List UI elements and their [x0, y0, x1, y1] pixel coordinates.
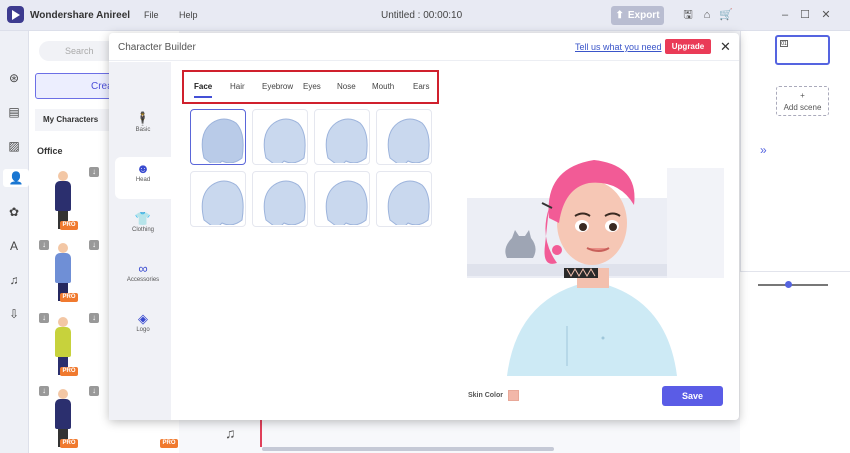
pro-badge: PRO: [60, 221, 78, 230]
text-icon[interactable]: A: [5, 237, 23, 255]
dialog-title: Character Builder: [118, 42, 196, 53]
download-icon[interactable]: ↓: [89, 167, 99, 177]
expand-chevron-icon[interactable]: »: [760, 143, 767, 157]
nav-label: Accessories: [126, 277, 160, 283]
download-icon[interactable]: ↓: [89, 313, 99, 323]
nav-label: Head: [135, 177, 151, 183]
nav-label: Logo: [136, 327, 150, 333]
tab-eyes[interactable]: Eyes: [303, 82, 321, 91]
music-icon[interactable]: ♫: [5, 271, 23, 289]
left-rail: ⊛ ▤ ▨ 👤 ✿ A ♫ ⇩: [0, 31, 29, 453]
scenes-panel: 01 + Add scene: [740, 31, 850, 271]
scene-number: 01: [780, 40, 788, 47]
download-icon[interactable]: ↓: [89, 240, 99, 250]
film-icon[interactable]: ⊛: [5, 69, 23, 87]
face-shape-option[interactable]: [252, 171, 308, 227]
face-shape-option[interactable]: [376, 171, 432, 227]
face-shape-option[interactable]: [376, 109, 432, 165]
close-icon[interactable]: ✕: [720, 39, 731, 55]
add-scene-label: Add scene: [783, 103, 822, 112]
shirt-icon: 👕: [134, 211, 152, 226]
head-icon: ☻: [136, 161, 150, 176]
nav-head[interactable]: ☻ Head: [115, 157, 171, 199]
app-name: Wondershare Anireel: [30, 10, 131, 21]
timeline-controls: [740, 271, 850, 453]
feedback-link[interactable]: Tell us what you need: [575, 42, 662, 52]
skin-color-swatch[interactable]: [508, 390, 519, 401]
save-button[interactable]: Save: [662, 386, 723, 406]
maximize-icon[interactable]: ☐: [798, 8, 812, 22]
zoom-slider[interactable]: [758, 284, 828, 286]
nav-label: Clothing: [131, 227, 154, 233]
playhead[interactable]: [260, 420, 262, 447]
template-icon[interactable]: ▤: [5, 103, 23, 121]
nav-basic[interactable]: 🕴 Basic: [115, 107, 171, 149]
upload-icon: ⬆: [615, 10, 624, 21]
my-characters-tab[interactable]: My Characters: [35, 109, 115, 131]
character-icon[interactable]: 👤: [3, 169, 29, 187]
download-icon[interactable]: ↓: [39, 240, 49, 250]
skin-color-label: Skin Color: [468, 392, 504, 399]
document-title: Untitled : 00:00:10: [381, 10, 463, 21]
tab-ears[interactable]: Ears: [413, 82, 429, 91]
cart-icon[interactable]: 🛒: [719, 8, 733, 22]
face-shape-option[interactable]: [314, 109, 370, 165]
glasses-icon: ∞: [138, 261, 148, 276]
music-track-icon: ♫: [225, 425, 236, 441]
character-builder-dialog: Character Builder Tell us what you need …: [109, 33, 739, 420]
tab-nose[interactable]: Nose: [337, 82, 356, 91]
face-shape-option[interactable]: [314, 171, 370, 227]
pattern-icon[interactable]: ▨: [5, 137, 23, 155]
feature-tabs: Face Hair Eyebrow Eyes Nose Mouth Ears: [182, 70, 439, 104]
tab-hair[interactable]: Hair: [230, 82, 245, 91]
builder-side-nav: 🕴 Basic ☻ Head 👕 Clothing ∞ Accessories ◈ Log…: [109, 62, 171, 420]
close-window-icon[interactable]: ✕: [819, 8, 833, 22]
plus-icon: +: [800, 91, 805, 100]
dialog-header: Character Builder Tell us what you need …: [109, 33, 739, 61]
person-icon: 🕴: [134, 111, 152, 126]
zoom-slider-handle[interactable]: [785, 281, 792, 288]
tab-eyebrow[interactable]: Eyebrow: [262, 82, 293, 91]
pro-badge: PRO: [160, 439, 178, 448]
home-icon[interactable]: ⌂: [700, 8, 714, 22]
active-tab-underline: [194, 96, 212, 98]
nav-accessories[interactable]: ∞ Accessories: [115, 257, 171, 299]
nav-logo[interactable]: ◈ Logo: [115, 307, 171, 349]
tab-mouth[interactable]: Mouth: [372, 82, 394, 91]
download-icon[interactable]: ↓: [89, 386, 99, 396]
menu-file[interactable]: File: [144, 10, 159, 20]
tab-face[interactable]: Face: [194, 82, 212, 91]
export-button[interactable]: ⬆ Export: [611, 6, 664, 25]
pro-badge: PRO: [60, 367, 78, 376]
import-icon[interactable]: ⇩: [5, 305, 23, 323]
pro-badge: PRO: [60, 293, 78, 302]
shapes-icon: ◈: [138, 311, 148, 326]
face-shape-option[interactable]: [190, 109, 246, 165]
category-label: Office: [37, 146, 63, 156]
export-label: Export: [627, 10, 660, 21]
face-shape-option[interactable]: [190, 171, 246, 227]
timeline-scrollbar[interactable]: [262, 447, 554, 451]
add-scene-button[interactable]: + Add scene: [776, 86, 829, 116]
title-bar: Wondershare Anireel File Help Untitled :…: [0, 0, 850, 31]
prop-icon[interactable]: ✿: [5, 203, 23, 221]
menu-help[interactable]: Help: [179, 10, 198, 20]
download-icon[interactable]: ↓: [39, 386, 49, 396]
scene-thumbnail[interactable]: 01: [775, 35, 830, 65]
nav-label: Basic: [135, 127, 151, 133]
upgrade-button[interactable]: Upgrade: [665, 39, 711, 54]
app-logo: [7, 6, 24, 23]
nav-clothing[interactable]: 👕 Clothing: [115, 207, 171, 249]
minimize-icon[interactable]: –: [778, 8, 792, 22]
download-icon[interactable]: ↓: [39, 313, 49, 323]
pro-badge: PRO: [60, 439, 78, 448]
save-icon[interactable]: 🖫: [681, 8, 695, 22]
face-shape-option[interactable]: [252, 109, 308, 165]
character-preview: [467, 148, 724, 376]
